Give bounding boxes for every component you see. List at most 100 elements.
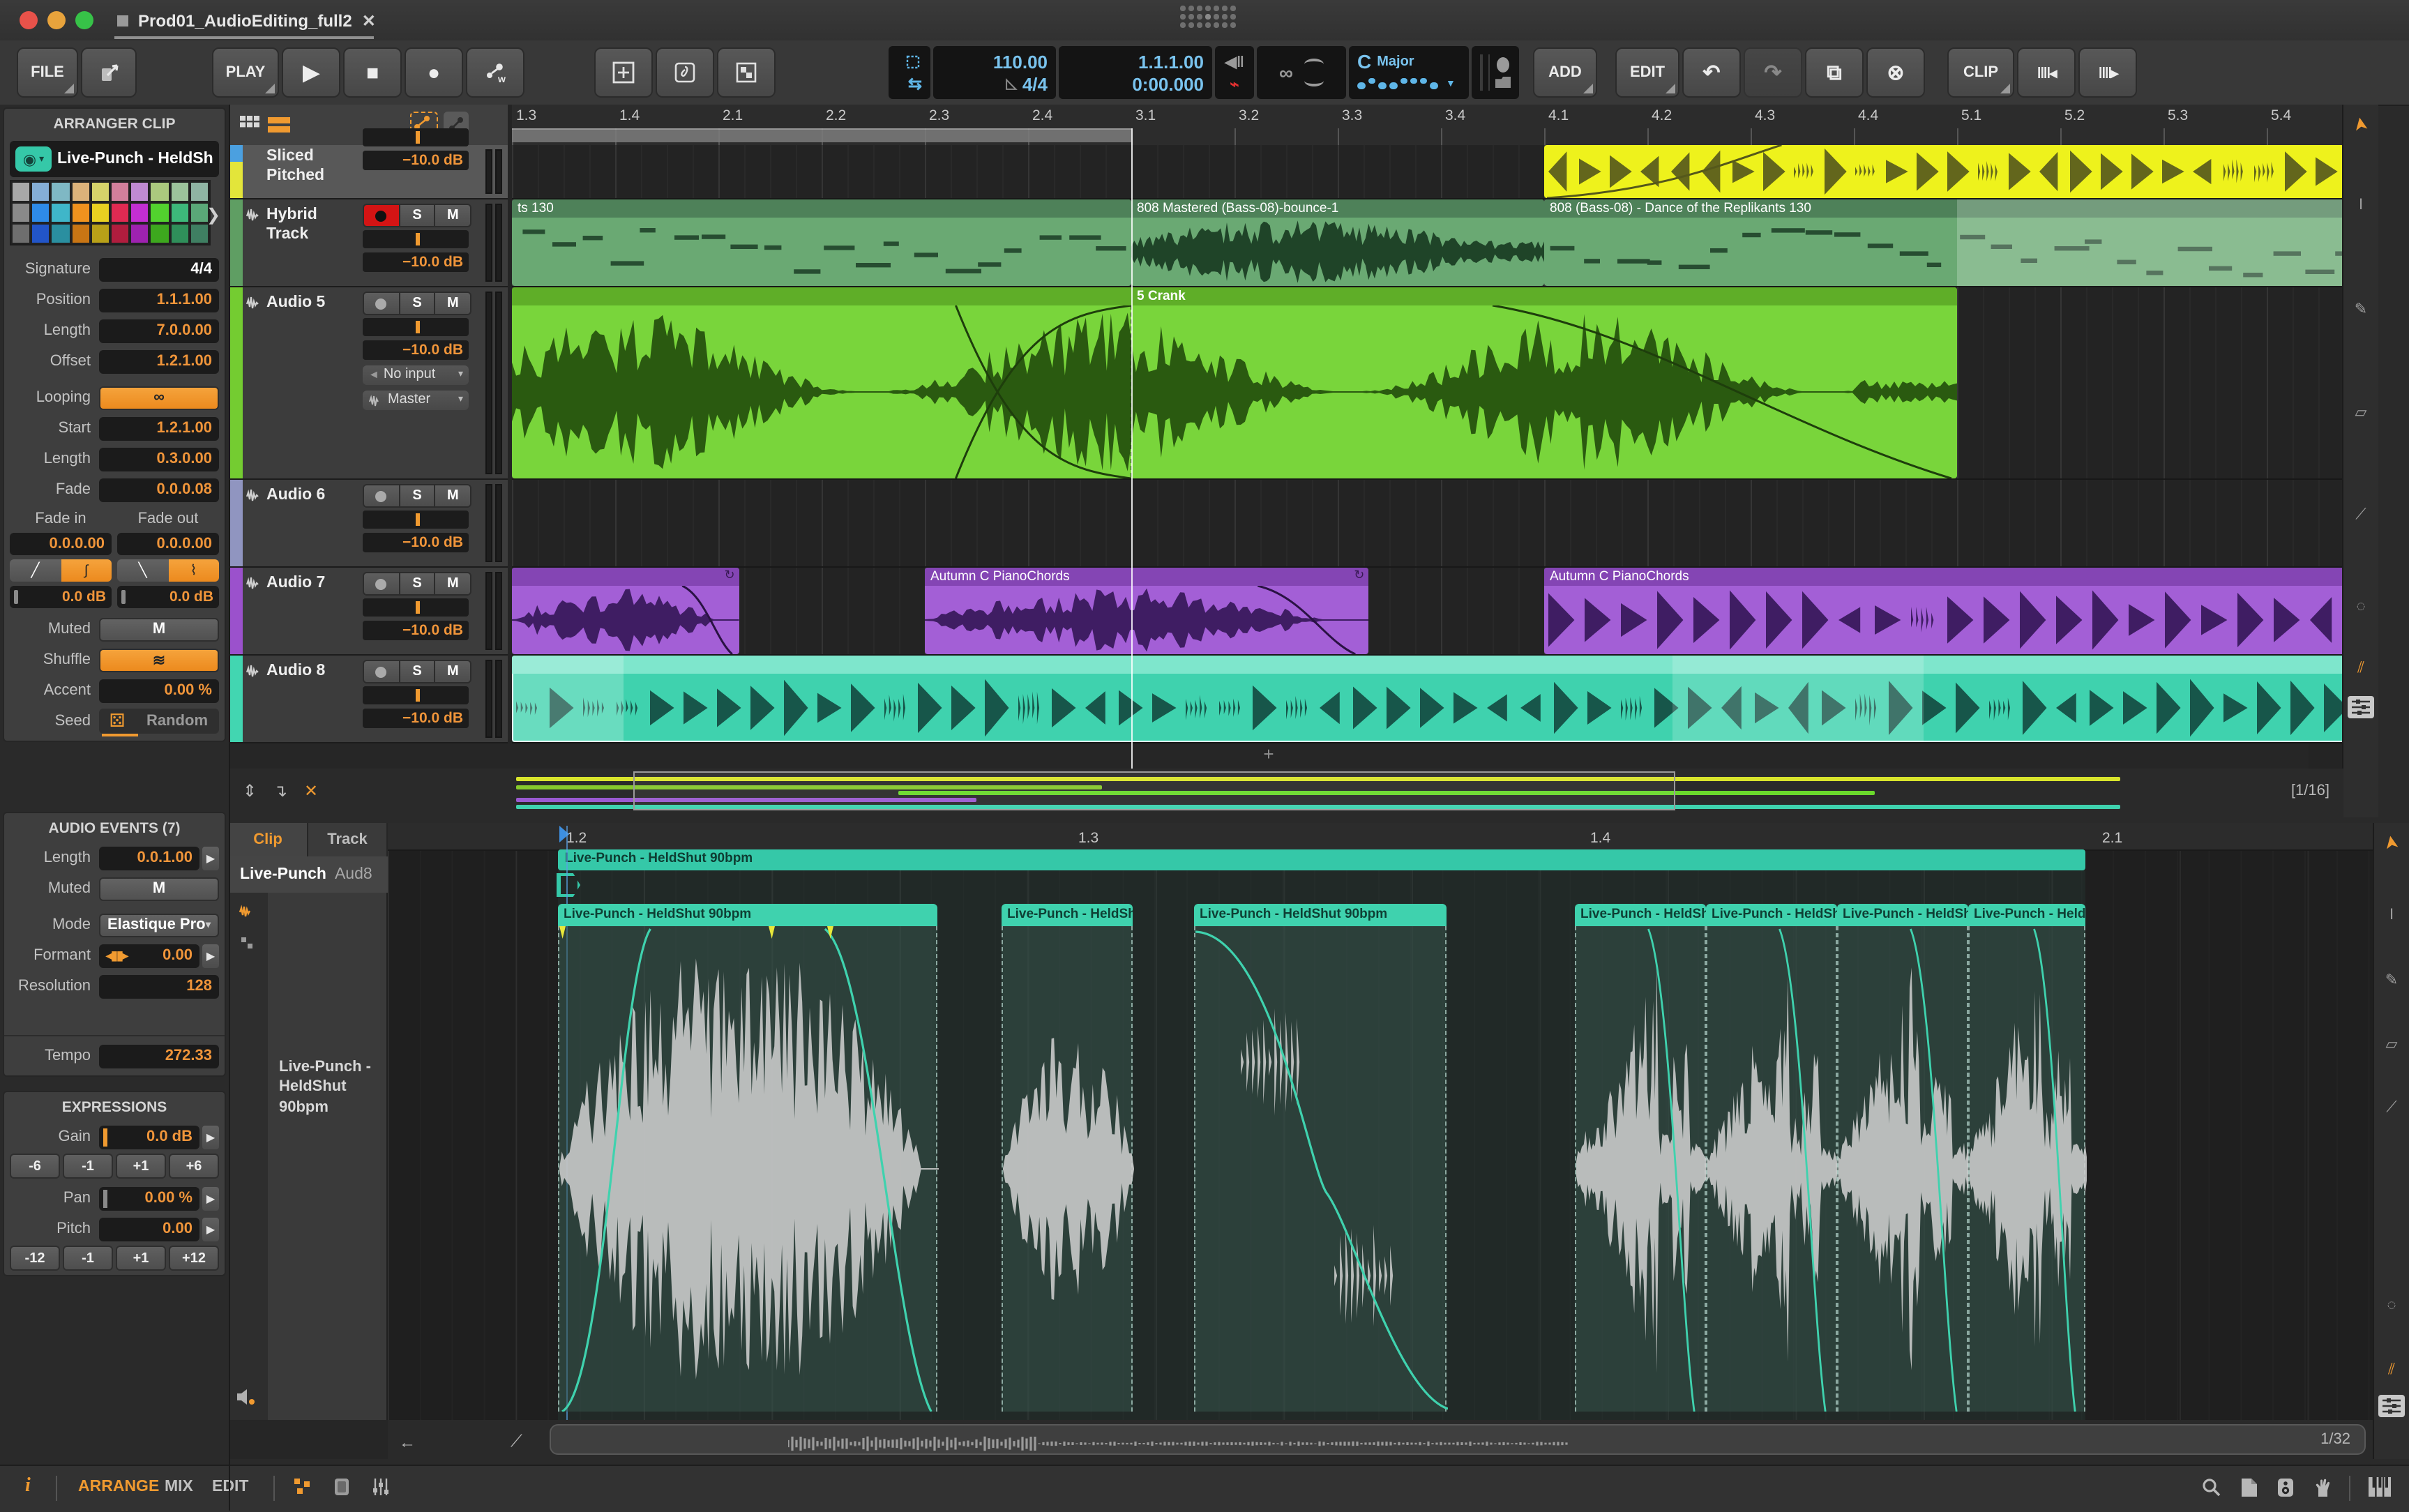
ae-tempo-field[interactable]: 272.33: [99, 1044, 219, 1068]
palette-swatch[interactable]: [110, 181, 130, 202]
fade-field[interactable]: 0.0.0.08: [99, 478, 219, 501]
engine-status-display[interactable]: ⇆: [889, 46, 930, 99]
audio-event-layer-icon[interactable]: [239, 904, 258, 921]
palette-swatch[interactable]: [70, 223, 90, 244]
signature-field[interactable]: 4/4: [99, 257, 219, 281]
window-close-button[interactable]: [20, 11, 38, 29]
slide-content-left-button[interactable]: ‖‖◂: [2017, 47, 2076, 98]
duplicate-button[interactable]: ⧉: [1805, 47, 1864, 98]
record-arm-icon[interactable]: [1497, 57, 1509, 73]
palette-swatch[interactable]: [130, 202, 149, 223]
window-zoom-button[interactable]: [75, 11, 93, 29]
track-lane[interactable]: ts 130808 Mastered (Bass-08)-bounce-1808…: [512, 199, 2343, 287]
dice-icon[interactable]: ⚄: [99, 710, 135, 732]
palette-swatch[interactable]: [189, 223, 209, 244]
document-tab[interactable]: Prod01_AudioEditing_full2 ✕: [117, 6, 376, 36]
close-panel-icon[interactable]: ✕: [304, 781, 318, 801]
fade-out-linear-button[interactable]: ╲: [117, 559, 168, 582]
track-header-audio-7[interactable]: Audio 7SM−10.0 dB: [229, 568, 508, 656]
palette-swatch[interactable]: [11, 202, 31, 223]
view-edit-button[interactable]: EDIT: [212, 1479, 248, 1495]
pitch-step-button[interactable]: -12: [10, 1246, 60, 1271]
clip-808-mastered-bass-08-bounce-1[interactable]: 808 Mastered (Bass-08)-bounce-1: [1131, 199, 1544, 286]
arranger-loop-region-bar[interactable]: [512, 128, 1131, 142]
solo-button[interactable]: S: [400, 205, 435, 226]
fade-in-gain-field[interactable]: 0.0 dB: [10, 586, 112, 608]
punch-automation-display[interactable]: ◀‖ ⌁: [1215, 46, 1254, 99]
play-button[interactable]: ▶: [282, 47, 340, 98]
pan-slider[interactable]: [363, 598, 469, 617]
tab-close-icon[interactable]: ✕: [362, 11, 376, 31]
knife-tool-icon[interactable]: ⟋: [2343, 506, 2378, 524]
time-select-tool-icon[interactable]: Ι: [2343, 197, 2378, 213]
track-lane[interactable]: [512, 656, 2343, 743]
delete-button[interactable]: ⊗: [1866, 47, 1925, 98]
pan-slider[interactable]: [363, 230, 469, 248]
ae-formant-field[interactable]: ◂▮▮▸ 0.00: [99, 944, 199, 967]
redo-button[interactable]: ↷: [1744, 47, 1802, 98]
grid-view-icon[interactable]: [240, 116, 259, 134]
ae-resolution-field[interactable]: 128: [99, 974, 219, 998]
eraser-tool-icon[interactable]: ▱: [2374, 1035, 2409, 1053]
clip-autumn-c-pianochords[interactable]: Autumn C PianoChords: [1544, 568, 2370, 654]
record-arm-button[interactable]: [364, 485, 400, 506]
pen-tool-icon[interactable]: ✎: [2374, 971, 2409, 989]
follow-icon[interactable]: ↴: [273, 781, 287, 801]
palette-swatch[interactable]: [169, 181, 189, 202]
fade-out-scurve-button[interactable]: ⌇: [168, 559, 219, 582]
palette-swatch[interactable]: [130, 181, 149, 202]
clip[interactable]: [1544, 145, 2370, 198]
palette-expander-icon[interactable]: ❯: [206, 205, 220, 225]
add-track-button[interactable]: [594, 47, 653, 98]
file-browser-icon[interactable]: [2240, 1477, 2258, 1498]
track-header-audio-5[interactable]: Audio 5SM−10.0 dB◄No input▾Master▾: [229, 287, 508, 480]
audio-event[interactable]: Live-Punch - HeldShu: [1837, 904, 1968, 1412]
palette-swatch[interactable]: [51, 202, 70, 223]
pan-field[interactable]: 0.00 %: [99, 1186, 199, 1210]
audition-speaker-icon[interactable]: [236, 1388, 257, 1406]
pan-slider[interactable]: [363, 686, 469, 704]
info-icon[interactable]: i: [25, 1476, 31, 1498]
time-select-tool-icon[interactable]: Ι: [2374, 907, 2409, 923]
palette-swatch[interactable]: [91, 202, 110, 223]
palette-swatch[interactable]: [51, 181, 70, 202]
attach-button[interactable]: [656, 47, 714, 98]
palette-swatch[interactable]: [150, 223, 169, 244]
arranger-playhead[interactable]: [1131, 145, 1133, 769]
mute-button[interactable]: M: [436, 573, 470, 594]
solo-button[interactable]: S: [400, 293, 435, 314]
pan-slider[interactable]: [363, 318, 469, 336]
search-icon[interactable]: [2201, 1477, 2222, 1498]
editor-ruler[interactable]: 1.21.31.42.1: [388, 823, 2374, 851]
volume-field[interactable]: −10.0 dB: [363, 151, 469, 170]
mute-button[interactable]: M: [436, 293, 470, 314]
fade-curve-icon[interactable]: [1304, 59, 1324, 70]
fade-in-scurve-button[interactable]: ∫: [61, 559, 112, 582]
editor-loop-region[interactable]: Live-Punch - HeldShut 90bpm: [558, 849, 2085, 870]
offset-field[interactable]: 1.2.1.00: [99, 349, 219, 373]
palette-swatch[interactable]: [169, 223, 189, 244]
clip-autumn-c-pianochords[interactable]: Autumn C PianoChords↻: [925, 568, 1368, 654]
pan-expand[interactable]: ▶: [202, 1186, 219, 1210]
audio-event[interactable]: Live-Punch - HeldShu: [1968, 904, 2085, 1412]
output-select[interactable]: Master▾: [363, 391, 469, 410]
audio-device-icon[interactable]: [2276, 1477, 2295, 1498]
audio-event[interactable]: Live-Punch - HeldShu: [1002, 904, 1133, 1412]
record-arm-button[interactable]: [364, 205, 400, 226]
clip[interactable]: ↻: [512, 568, 739, 654]
position-time-display[interactable]: 1.1.1.00 0:00.000: [1059, 46, 1212, 99]
audio-event[interactable]: Live-Punch - HeldShut 90bpm: [1194, 904, 1447, 1412]
pan-slider[interactable]: [363, 511, 469, 529]
record-arm-button[interactable]: [364, 661, 400, 682]
automation-write-button[interactable]: w: [466, 47, 524, 98]
loop-length-field[interactable]: 0.3.0.00: [99, 447, 219, 471]
input-select[interactable]: ◄No input▾: [363, 365, 469, 385]
volume-field[interactable]: −10.0 dB: [363, 340, 469, 360]
view-arrange-button[interactable]: ARRANGE: [78, 1479, 159, 1495]
volume-field[interactable]: −10.0 dB: [363, 252, 469, 272]
editor-horizontal-scrollbar[interactable]: 1/32: [550, 1424, 2366, 1455]
edit-project-button[interactable]: [81, 47, 137, 98]
record-button[interactable]: ●: [405, 47, 463, 98]
palette-swatch[interactable]: [11, 223, 31, 244]
audio-event[interactable]: Live-Punch - HeldShu: [1706, 904, 1837, 1412]
